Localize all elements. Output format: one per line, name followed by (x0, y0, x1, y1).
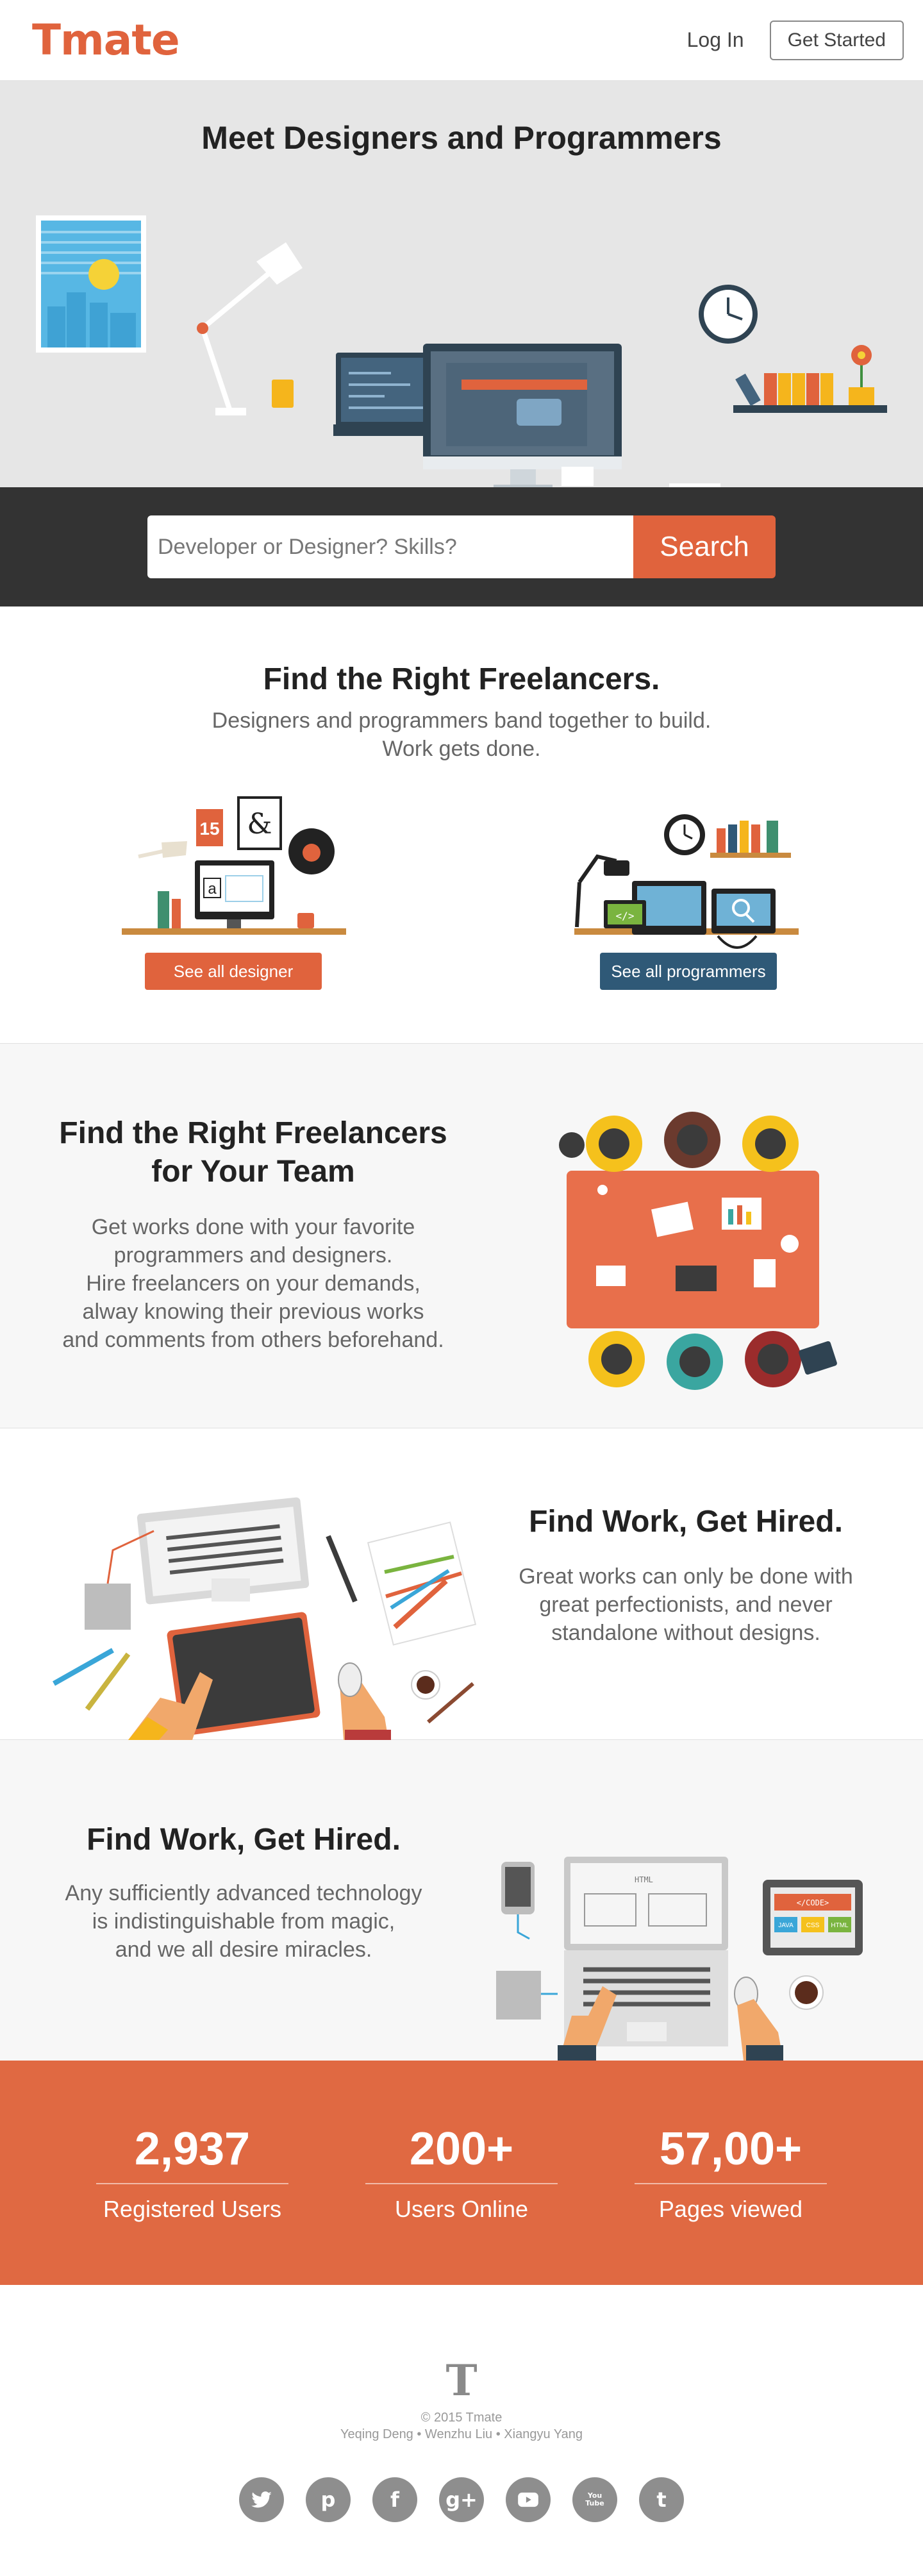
paper (561, 467, 594, 486)
youtube-play-icon[interactable] (506, 2477, 551, 2522)
tablet-code-label: </CODE> (797, 1898, 829, 1907)
top-navbar: Tmate Log In Get Started (0, 0, 923, 81)
page: Tmate Log In Get Started Meet Designers … (0, 0, 923, 2576)
freelancers-section: 15 & a </> Find the Right Freelancers. D… (0, 606, 923, 1044)
team-members-top (586, 1112, 799, 1172)
search-button[interactable]: Search (633, 515, 776, 578)
stats-section: 2,937 Registered Users 200+ Users Online… (0, 2061, 923, 2285)
stat-registered-users: 2,937 Registered Users (96, 2123, 288, 2223)
pencil (53, 1648, 114, 1686)
section3-line: great perfectionists, and never (539, 1593, 833, 1617)
section3-title: Find Work, Get Hired. (529, 1505, 843, 1539)
find-work-section-2: Find Work, Get Hired. Any sufficiently a… (0, 1740, 923, 2061)
stat-value: 2,937 (96, 2123, 288, 2184)
get-started-button[interactable]: Get Started (769, 20, 904, 60)
letter-a: a (208, 880, 217, 898)
hard-drive-2 (496, 1971, 541, 2020)
clock-icon (699, 285, 758, 344)
stat-value: 200+ (365, 2123, 558, 2184)
book-shelf (733, 345, 887, 413)
stylus (326, 1535, 358, 1603)
stat-label: Registered Users (103, 2196, 282, 2222)
twitter-icon[interactable] (239, 2477, 284, 2522)
book-stack (669, 483, 720, 487)
ampersand-poster: & (247, 808, 272, 841)
coder-workspace-illustration: HTML </CODE> JAVA CSS HTML (496, 1857, 863, 2061)
section1-subtitle: Designers and programmers band together … (0, 707, 923, 763)
team-section: Find the Right Freelancers for Your Team… (0, 1044, 923, 1428)
hero-title: Meet Designers and Programmers (201, 120, 722, 156)
social-links: p f g+ You Tube t (0, 2477, 923, 2522)
svg-text:</>: </> (616, 910, 635, 922)
google-plus-icon[interactable]: g+ (439, 2477, 484, 2522)
footer-logo[interactable]: T (0, 2355, 923, 2405)
mug-icon (272, 380, 294, 408)
stat-label: Users Online (394, 2196, 529, 2222)
search-bar: Search (0, 487, 923, 606)
laptop-top-view (137, 1497, 310, 1605)
search-input[interactable] (147, 515, 633, 578)
desktop-monitor (423, 344, 622, 487)
team-meeting-illustration (559, 1112, 837, 1390)
youtube-text: You Tube (585, 2491, 604, 2507)
tablet-tag-css: CSS (806, 1922, 820, 1929)
tablet-tag-html: HTML (831, 1922, 849, 1929)
find-work-section: Find Work, Get Hired. Great works can on… (0, 1428, 923, 1740)
section3-line: Great works can only be done with (519, 1564, 853, 1589)
calendar-number: 15 (199, 819, 219, 839)
window-picture (36, 215, 146, 353)
footer: T © 2015 Tmate Yeqing Deng • Wenzhu Liu … (0, 2285, 923, 2554)
tumblr-icon[interactable]: t (639, 2477, 684, 2522)
find-work-text: Find Work, Get Hired. Great works can on… (494, 1504, 878, 1647)
section1-subtitle-line: Work gets done. (382, 737, 541, 761)
code-tablet: </CODE> JAVA CSS HTML (763, 1880, 863, 1955)
youtube-icon[interactable]: You Tube (572, 2477, 617, 2522)
footer-copyright: © 2015 Tmate (420, 2411, 503, 2425)
hard-drive (85, 1584, 131, 1630)
header-nav: Log In Get Started (687, 20, 904, 60)
login-link[interactable]: Log In (687, 28, 744, 52)
stat-label: Pages viewed (658, 2196, 803, 2222)
footer-authors: Yeqing Deng • Wenzhu Liu • Xiangyu Yang (340, 2427, 583, 2441)
logo[interactable]: Tmate (32, 15, 180, 65)
search-form: Search (147, 515, 776, 578)
see-all-programmers-button[interactable]: See all programmers (600, 953, 777, 990)
stat-users-online: 200+ Users Online (365, 2123, 558, 2223)
see-all-designer-button[interactable]: See all designer (145, 953, 322, 990)
stat-value: 57,00+ (635, 2123, 827, 2184)
twitter-glyph (251, 2491, 272, 2508)
youtube-play-glyph (518, 2492, 538, 2507)
tablet-tag-java: JAVA (778, 1922, 794, 1929)
section1-subtitle-line: Designers and programmers band together … (212, 708, 711, 733)
team-members-bottom (588, 1331, 801, 1390)
section3-description: Great works can only be done with great … (494, 1562, 878, 1647)
facebook-icon[interactable]: f (372, 2477, 417, 2522)
stat-pages-viewed: 57,00+ Pages viewed (635, 2123, 827, 2223)
programmer-desk-illustration: </> (574, 814, 799, 949)
pinterest-icon[interactable]: p (306, 2477, 351, 2522)
hero-section: Meet Designers and Programmers (0, 81, 923, 487)
section1-title: Find the Right Freelancers. (263, 662, 660, 696)
designer-desk-illustration: 15 & a (122, 796, 346, 935)
monitor-text: HTML (635, 1875, 653, 1884)
section3-line: standalone without designs. (551, 1621, 820, 1645)
